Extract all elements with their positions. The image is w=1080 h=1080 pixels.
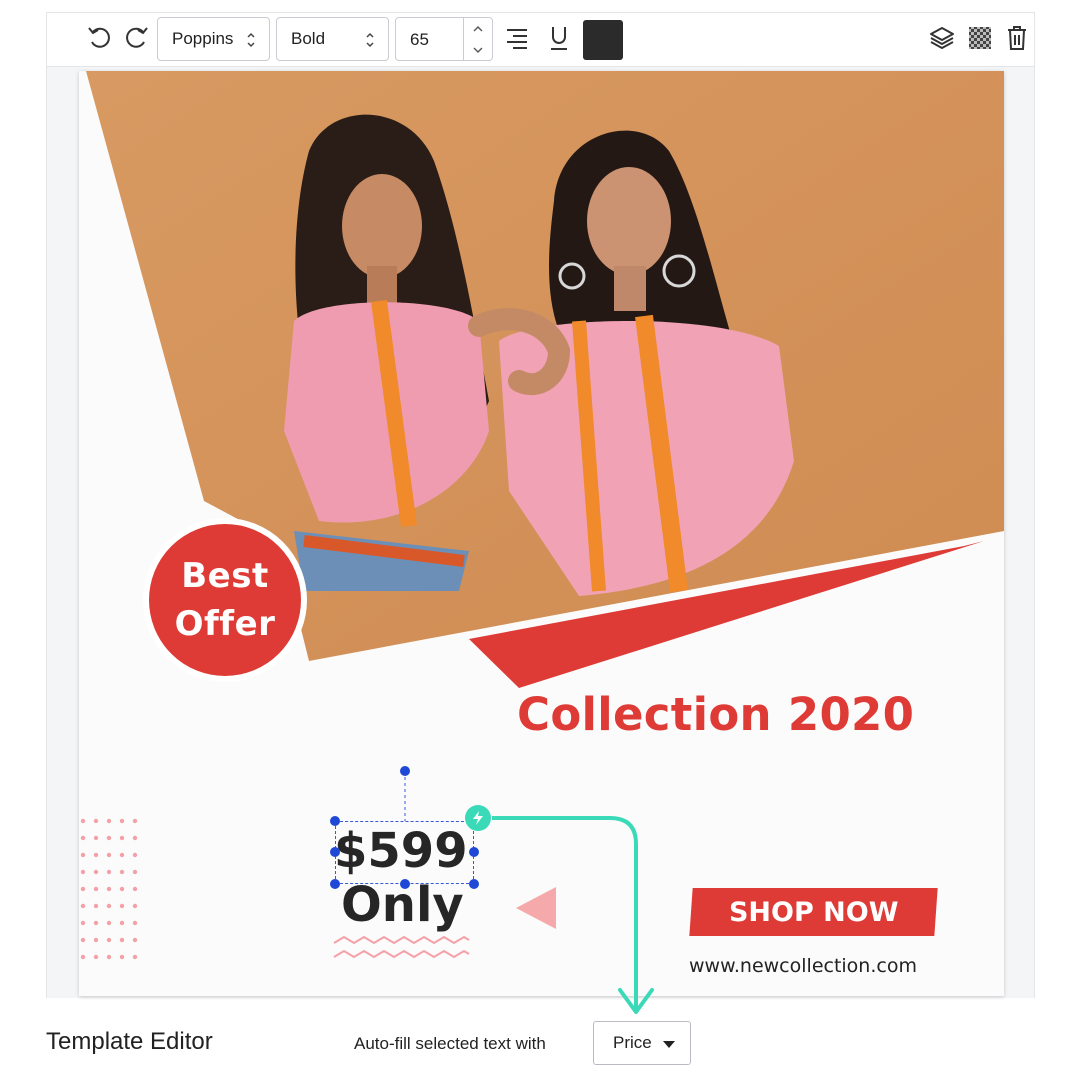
autofill-connector-arrow xyxy=(492,816,654,1014)
autofill-select[interactable]: Price xyxy=(593,1021,691,1065)
page-title: Template Editor xyxy=(46,1028,213,1055)
autofill-label: Auto-fill selected text with xyxy=(354,1034,546,1053)
caret-down-icon xyxy=(663,1041,675,1048)
autofill-value: Price xyxy=(613,1033,652,1052)
